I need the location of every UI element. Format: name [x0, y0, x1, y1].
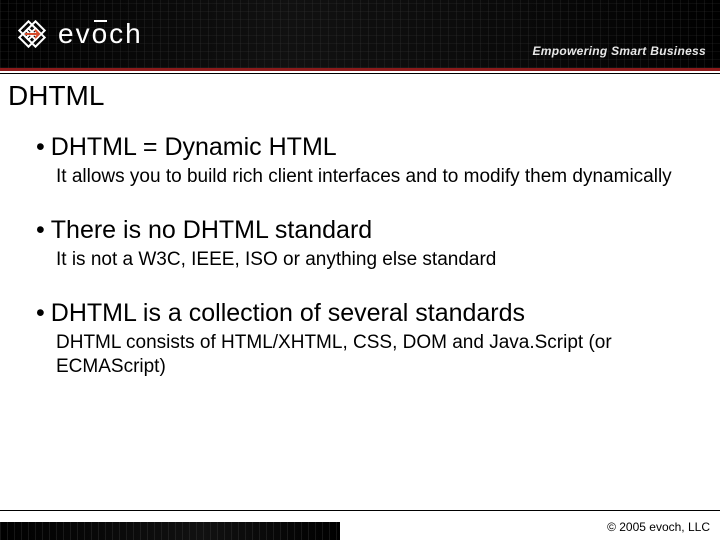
bullet-description: DHTML consists of HTML/XHTML, CSS, DOM a…: [36, 329, 694, 379]
slide-content: DHTML •DHTML = Dynamic HTML It allows yo…: [0, 74, 720, 379]
bullet-head-text: DHTML is a collection of several standar…: [51, 299, 525, 327]
slide-title: DHTML: [8, 80, 710, 112]
brand-logo: evoch: [12, 14, 143, 54]
logo-icon: [12, 14, 52, 54]
bullet-heading: •DHTML is a collection of several standa…: [36, 298, 694, 329]
bullet-list: •DHTML = Dynamic HTML It allows you to b…: [8, 132, 710, 379]
bullet-item: •There is no DHTML standard It is not a …: [36, 215, 694, 272]
slide-header: evoch Empowering Smart Business: [0, 0, 720, 68]
bullet-head-text: DHTML = Dynamic HTML: [51, 133, 337, 161]
copyright-text: © 2005 evoch, LLC: [607, 520, 710, 534]
bullet-heading: •DHTML = Dynamic HTML: [36, 132, 694, 163]
tagline: Empowering Smart Business: [532, 44, 706, 58]
bullet-head-text: There is no DHTML standard: [51, 216, 372, 244]
bullet-description: It is not a W3C, IEEE, ISO or anything e…: [36, 246, 694, 272]
bullet-description: It allows you to build rich client inter…: [36, 163, 694, 189]
header-rule-red: [0, 68, 720, 71]
logo-text: evoch: [58, 18, 143, 50]
bullet-item: •DHTML is a collection of several standa…: [36, 298, 694, 379]
bullet-item: •DHTML = Dynamic HTML It allows you to b…: [36, 132, 694, 189]
bullet-heading: •There is no DHTML standard: [36, 215, 694, 246]
slide-footer: © 2005 evoch, LLC: [0, 510, 720, 540]
footer-decoration: [0, 522, 340, 540]
